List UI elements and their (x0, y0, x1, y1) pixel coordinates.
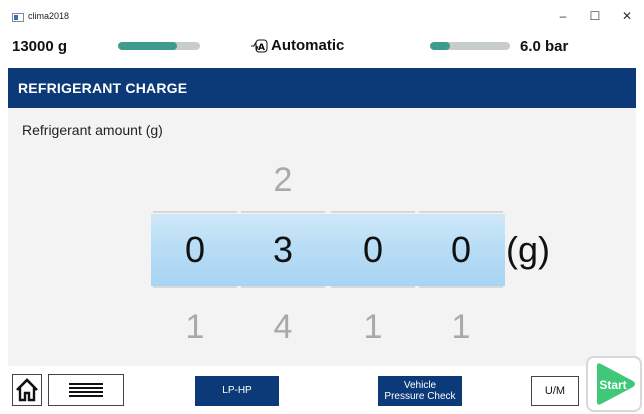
pressure-gauge-fill (430, 42, 450, 50)
weight-gauge (118, 42, 200, 50)
home-icon (16, 378, 38, 402)
refrigerant-amount-label: Refrigerant amount (g) (22, 122, 163, 138)
digit-below-2[interactable]: 4 (241, 308, 325, 347)
section-title: REFRIGERANT CHARGE (18, 80, 188, 96)
maximize-button[interactable]: ☐ (580, 6, 610, 26)
automatic-mode-icon: A (251, 39, 268, 53)
close-button[interactable]: ✕ (612, 6, 642, 26)
units-of-measure-button[interactable]: U/M (531, 376, 579, 406)
pressure-value: 6.0 bar (520, 38, 569, 55)
unit-label: (g) (506, 229, 550, 270)
tank-weight: 13000 g (12, 38, 68, 55)
window-title: clima2018 (28, 11, 70, 21)
digit-wheel-1[interactable]: 0 (153, 229, 237, 271)
mode-label: Automatic (271, 37, 345, 54)
digit-wheel-3[interactable]: 0 (331, 229, 415, 271)
start-button[interactable]: Start (586, 356, 642, 412)
weight-gauge-fill (118, 42, 178, 50)
digit-separator (331, 211, 415, 213)
minimize-button[interactable]: – (548, 6, 578, 26)
digit-below-4[interactable]: 1 (419, 308, 503, 347)
digit-below-3[interactable]: 1 (331, 308, 415, 347)
digit-separator (419, 211, 503, 213)
digit-separator (153, 211, 237, 213)
vehicle-pressure-check-line1: Vehicle (403, 380, 437, 391)
digit-separator (153, 286, 237, 288)
app-window-icon (12, 13, 24, 22)
digit-separator (331, 286, 415, 288)
mode-icon-letter: A (258, 43, 265, 53)
digit-wheel-2[interactable]: 3 (241, 229, 325, 271)
home-button[interactable] (12, 374, 42, 406)
start-label: Start (599, 378, 626, 392)
digit-wheel-4[interactable]: 0 (419, 229, 503, 271)
mode-indicator: A Automatic (250, 37, 344, 54)
content-panel: Refrigerant amount (g) 2 0 3 0 0 (g) 1 4… (8, 108, 636, 366)
pressure-gauge (430, 42, 510, 50)
window-title-bar: clima2018 – ☐ ✕ (0, 0, 644, 30)
digit-below-1[interactable]: 1 (153, 308, 237, 347)
digit-separator (419, 286, 503, 288)
digit-separator (241, 211, 325, 213)
digit-separator (241, 286, 325, 288)
bottom-toolbar: LP-HP Vehicle Pressure Check U/M (0, 366, 644, 414)
section-header: REFRIGERANT CHARGE (8, 68, 636, 108)
hamburger-menu-icon (69, 383, 103, 397)
status-bar: 13000 g A Automatic 6.0 bar (0, 30, 644, 66)
vehicle-pressure-check-button[interactable]: Vehicle Pressure Check (378, 376, 462, 406)
digit-above-2[interactable]: 2 (241, 161, 325, 200)
menu-button[interactable] (48, 374, 124, 406)
vehicle-pressure-check-line2: Pressure Check (384, 391, 456, 402)
lp-hp-button[interactable]: LP-HP (195, 376, 279, 406)
play-start-icon: Start (597, 363, 635, 405)
